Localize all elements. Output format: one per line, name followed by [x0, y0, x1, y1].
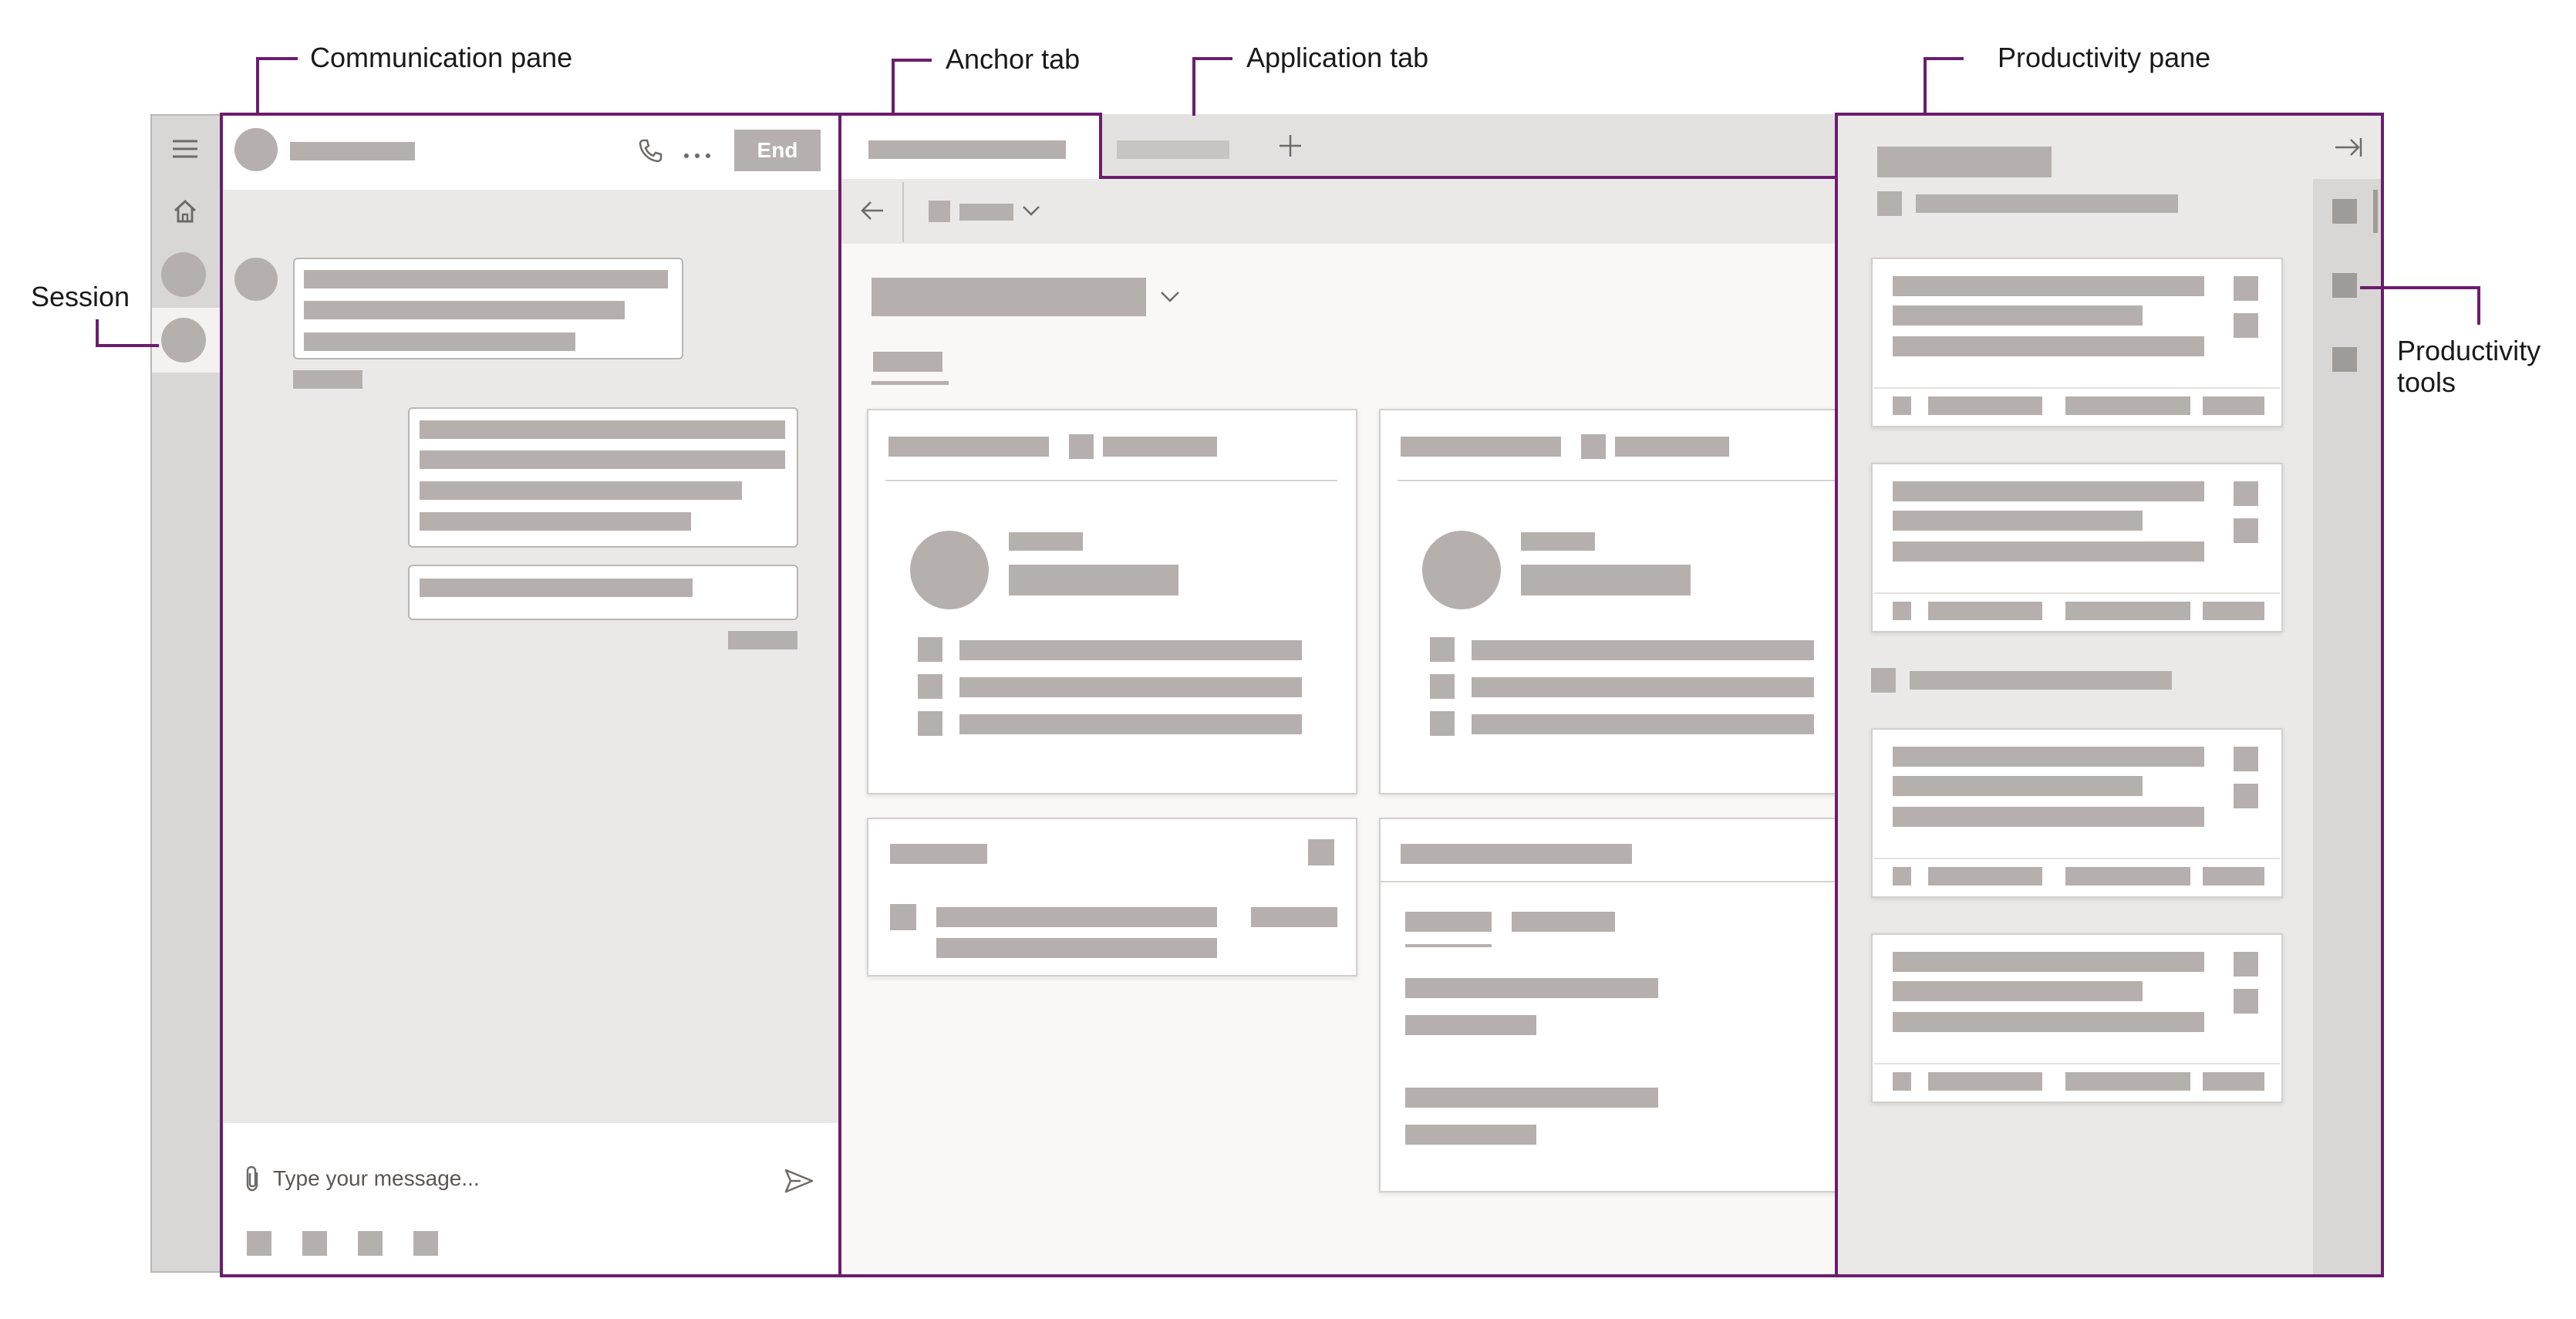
list-item-value: [1251, 907, 1337, 927]
detail-icon: [918, 711, 942, 736]
anchor-tab-outline-right: [1099, 113, 1102, 179]
card-action-icon[interactable]: [1308, 839, 1334, 865]
app-area-outline-bottom: [838, 1274, 1836, 1277]
section-tab-underline: [872, 381, 949, 385]
entity-icon-placeholder: [929, 201, 950, 222]
detail-line: [959, 714, 1302, 734]
contact-label-placeholder: [1009, 532, 1083, 551]
timeline-tab-active[interactable]: [1405, 912, 1492, 932]
card-header-placeholder: [888, 437, 1049, 457]
card-header-icon: [1069, 434, 1094, 459]
card-header-placeholder: [1103, 437, 1217, 457]
contact-name-placeholder: [1009, 565, 1178, 595]
list-item-line: [936, 907, 1217, 927]
productivity-pane-outline: [1835, 113, 2384, 1277]
contact-name-placeholder: [1521, 565, 1691, 595]
entity-name-placeholder: [959, 204, 1013, 221]
callout-anchor-tab: Anchor tab: [946, 43, 1081, 75]
callout-productivity-tools: Productivity tools: [2397, 335, 2541, 399]
card-divider: [1398, 480, 1837, 481]
callout-connector: [96, 319, 99, 347]
card-header-placeholder: [1401, 844, 1632, 864]
home-icon[interactable]: [171, 197, 199, 225]
callout-connector: [892, 59, 932, 62]
session-avatar-1[interactable]: [161, 252, 206, 297]
callout-connector: [2360, 286, 2480, 289]
callout-connector: [256, 57, 259, 114]
detail-icon: [918, 637, 942, 662]
card-divider: [885, 480, 1337, 481]
application-tab-title-placeholder[interactable]: [1117, 140, 1229, 159]
callout-productivity-tools-line1: Productivity: [2397, 335, 2541, 366]
detail-line: [1472, 677, 1814, 697]
chevron-down-icon[interactable]: [1021, 204, 1041, 218]
callout-connector: [96, 344, 159, 347]
callout-connector: [892, 59, 895, 114]
callout-session: Session: [31, 281, 130, 312]
timeline-tab-underline: [1405, 944, 1492, 947]
back-arrow-icon[interactable]: [859, 199, 885, 222]
timeline-tab[interactable]: [1512, 912, 1615, 932]
detail-line: [959, 677, 1302, 697]
detail-icon: [918, 674, 942, 699]
contact-avatar: [1422, 531, 1501, 609]
callout-connector: [1924, 57, 1964, 60]
communication-pane-outline: [220, 113, 841, 1277]
timeline-line: [1405, 978, 1658, 998]
callout-productivity-pane: Productivity pane: [1998, 42, 2211, 73]
contact-label-placeholder: [1521, 532, 1595, 551]
session-avatar-2[interactable]: [161, 318, 206, 363]
contact-avatar: [910, 531, 989, 609]
chevron-down-icon[interactable]: [1158, 288, 1182, 304]
list-item-icon: [890, 904, 916, 930]
card-divider: [1381, 881, 1840, 882]
callout-application-tab: Application tab: [1246, 42, 1429, 73]
detail-icon: [1430, 674, 1455, 699]
detail-line: [1472, 640, 1814, 660]
list-item-line: [936, 938, 1217, 958]
card-header-placeholder: [890, 844, 987, 864]
callout-connector: [2477, 286, 2480, 325]
callout-communication-pane: Communication pane: [310, 42, 573, 73]
record-title-placeholder: [872, 278, 1146, 316]
section-tab-placeholder[interactable]: [873, 352, 942, 372]
card-header-placeholder: [1615, 437, 1729, 457]
command-divider: [902, 182, 904, 242]
callout-connector: [1192, 57, 1195, 116]
detail-icon: [1430, 711, 1455, 736]
timeline-line: [1405, 1015, 1536, 1035]
tab-bar-outline-bottom: [1099, 176, 1838, 179]
timeline-line: [1405, 1088, 1658, 1108]
card-header-placeholder: [1401, 437, 1561, 457]
detail-line: [1472, 714, 1814, 734]
plus-icon[interactable]: [1277, 133, 1303, 159]
card-header-icon: [1581, 434, 1606, 459]
hamburger-menu-icon[interactable]: [171, 139, 199, 159]
callout-connector: [1924, 57, 1927, 114]
anchor-tab-outline-top: [838, 113, 1101, 116]
callout-productivity-tools-line2: tools: [2397, 366, 2456, 399]
callout-connector: [1192, 57, 1232, 60]
detail-icon: [1430, 637, 1455, 662]
timeline-line: [1405, 1125, 1536, 1145]
anchor-tab-title-placeholder: [868, 140, 1066, 159]
callout-connector: [256, 57, 298, 60]
detail-line: [959, 640, 1302, 660]
